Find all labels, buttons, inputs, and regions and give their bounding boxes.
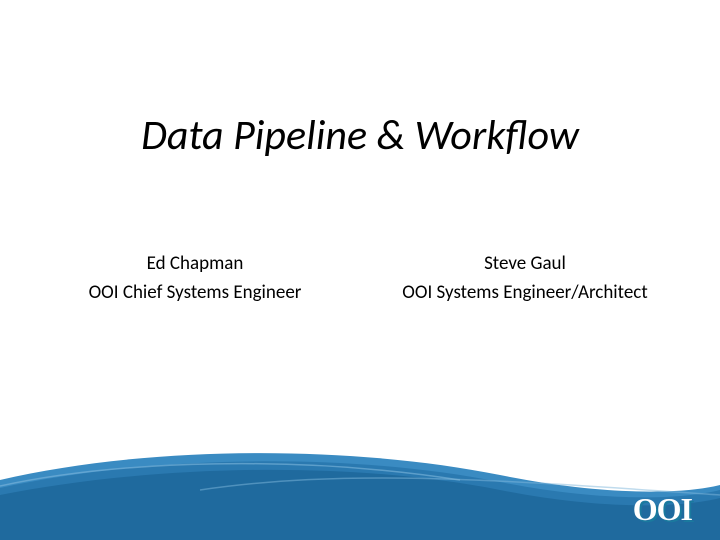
author-block: Steve Gaul OOI Systems Engineer/Architec… [390, 250, 660, 307]
slide-title: Data Pipeline & Workflow [0, 110, 720, 161]
author-role: OOI Systems Engineer/Architect [390, 279, 660, 308]
slide: Data Pipeline & Workflow Ed Chapman OOI … [0, 0, 720, 540]
footer-wave [0, 440, 720, 540]
author-block: Ed Chapman OOI Chief Systems Engineer [60, 250, 330, 307]
author-role: OOI Chief Systems Engineer [60, 279, 330, 308]
ooi-logo: OOI [633, 491, 692, 528]
wave-icon [0, 440, 720, 540]
author-name: Steve Gaul [390, 250, 660, 279]
author-name: Ed Chapman [60, 250, 330, 279]
authors-row: Ed Chapman OOI Chief Systems Engineer St… [0, 250, 720, 307]
